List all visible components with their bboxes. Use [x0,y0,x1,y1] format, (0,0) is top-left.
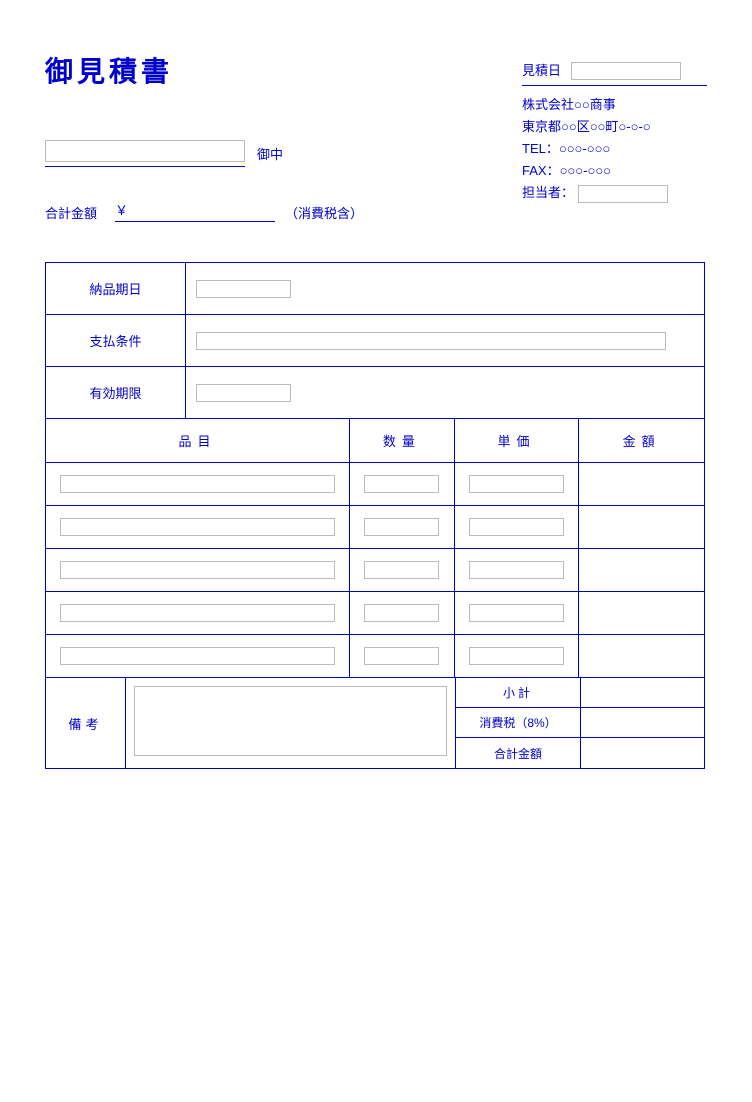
col-amount-header: 金額 [579,419,704,462]
validity-label: 有効期限 [46,367,186,418]
item-row [46,592,704,635]
subtotal-label: 小計 [456,678,581,707]
subtotal-value [581,678,704,707]
quotation-table: 納品期日 支払条件 有効期限 品目 数量 単価 金額 [45,262,705,769]
unit-input[interactable] [469,475,564,493]
delivery-label: 納品期日 [46,263,186,314]
quote-date-label: 見積日 [522,60,561,82]
tax-label: 消費税（8%） [456,708,581,737]
qty-input[interactable] [364,561,439,579]
item-input[interactable] [60,475,335,493]
payment-input[interactable] [196,332,666,350]
tax-value [581,708,704,737]
fax-label: FAX： [522,163,560,178]
notes-input[interactable] [134,686,447,756]
col-unit-header: 単価 [455,419,580,462]
tel-value: ○○○-○○○ [559,141,610,156]
unit-input[interactable] [469,647,564,665]
payment-label: 支払条件 [46,315,186,366]
quote-date-input[interactable] [571,62,681,80]
unit-input[interactable] [469,561,564,579]
tax-included-note: （消費税含） [285,203,363,222]
validity-input[interactable] [196,384,291,402]
total-label: 合計金額 [45,203,97,222]
document-title: 御見積書 [45,50,363,90]
amount-cell [579,506,704,548]
item-input[interactable] [60,518,335,536]
notes-label: 備考 [46,678,126,768]
person-label: 担当者： [522,182,574,204]
company-address: 東京都○○区○○町○-○-○ [522,116,707,138]
amount-cell [579,592,704,634]
col-qty-header: 数量 [350,419,455,462]
amount-cell [579,635,704,677]
item-row [46,463,704,506]
amount-cell [579,463,704,505]
qty-input[interactable] [364,518,439,536]
item-row [46,506,704,549]
grand-total-label: 合計金額 [456,738,581,768]
col-item-header: 品目 [46,419,350,462]
client-honorific: 御中 [257,144,283,163]
qty-input[interactable] [364,475,439,493]
item-row [46,549,704,592]
person-input[interactable] [578,185,668,203]
client-name-input[interactable] [45,140,245,162]
fax-value: ○○○-○○○ [560,163,611,178]
qty-input[interactable] [364,647,439,665]
item-input[interactable] [60,647,335,665]
grand-total-value [581,738,704,768]
delivery-input[interactable] [196,280,291,298]
unit-input[interactable] [469,518,564,536]
qty-input[interactable] [364,604,439,622]
item-row [46,635,704,678]
currency-symbol: ￥ [115,200,128,219]
item-input[interactable] [60,561,335,579]
unit-input[interactable] [469,604,564,622]
tel-label: TEL： [522,141,559,156]
item-input[interactable] [60,604,335,622]
amount-cell [579,549,704,591]
company-name: 株式会社○○商事 [522,94,707,116]
